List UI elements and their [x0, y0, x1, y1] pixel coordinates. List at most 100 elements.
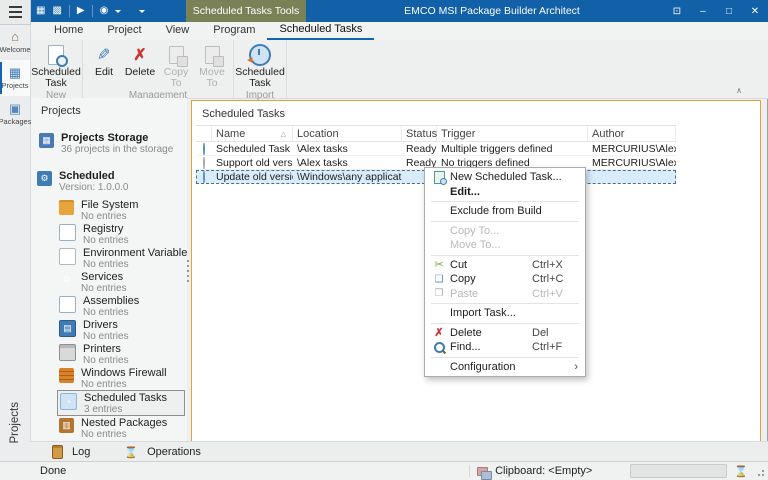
- button-label: Move To: [194, 67, 230, 89]
- panel-splitter[interactable]: [185, 100, 190, 440]
- tab-operations[interactable]: ⌛ Operations: [110, 442, 215, 462]
- collapse-ribbon-icon[interactable]: ∧: [736, 86, 742, 95]
- tab-view[interactable]: View: [154, 22, 202, 40]
- delete-button[interactable]: ✗ Delete: [122, 43, 158, 78]
- minimize-icon[interactable]: –: [696, 6, 710, 17]
- menu-item-copy[interactable]: ❏ Copy Ctrl+C: [425, 272, 585, 287]
- rebuild-icon[interactable]: ▩: [52, 0, 61, 22]
- printer-icon: [59, 344, 76, 361]
- contextual-tab-label: Scheduled Tasks Tools: [193, 5, 299, 17]
- delete-x-icon: ✗: [434, 326, 443, 339]
- import-scheduled-task-button[interactable]: ◂ Scheduled Task: [237, 43, 283, 89]
- nav-item-welcome[interactable]: ⌂ Welcome: [0, 24, 30, 60]
- menu-separator: [431, 357, 579, 358]
- bottom-tab-row: Log ⌛ Operations: [30, 441, 768, 462]
- title-bar: ▦ ▩ ▶ ◉ Scheduled Tasks Tools EMCO MSI P…: [0, 0, 768, 22]
- menu-separator: [431, 303, 579, 304]
- tab-scheduled-tasks[interactable]: Scheduled Tasks: [267, 22, 374, 40]
- icon-column-header[interactable]: [196, 126, 212, 141]
- nav-item-projects[interactable]: ▦ Projects: [0, 60, 30, 96]
- menu-item-copy-to: Copy To...: [425, 224, 585, 239]
- menu-item-find[interactable]: Find... Ctrl+F: [425, 340, 585, 355]
- status-text: Done: [40, 465, 66, 477]
- menu-item-edit[interactable]: Edit...: [425, 185, 585, 200]
- paste-clipboard-icon: ❐: [435, 288, 444, 299]
- tree-item-registry[interactable]: ⊞ RegistryNo entries: [57, 222, 187, 246]
- close-icon[interactable]: ✕: [748, 6, 762, 17]
- gears-icon: ⚙: [59, 272, 74, 287]
- copy-pages-icon: ❏: [435, 274, 444, 285]
- menu-item-import-task[interactable]: Import Task...: [425, 306, 585, 321]
- nav-label: Welcome: [0, 45, 31, 54]
- tree-item-file-system[interactable]: File SystemNo entries: [57, 198, 187, 222]
- storage-building-icon: ▦: [39, 133, 54, 148]
- quick-access-toolbar: ▦ ▩ ▶ ◉: [36, 0, 145, 22]
- tree-item-scheduled-tasks[interactable]: ◔ Scheduled Tasks3 entries: [57, 390, 185, 416]
- window-title: EMCO MSI Package Builder Architect: [312, 0, 672, 22]
- ribbon: Scheduled Task New ✎ Edit ✗ Delete Copy …: [30, 40, 768, 99]
- table-header-row: Name△ Location Status Trigger Author: [196, 125, 676, 142]
- button-label: Edit: [95, 67, 113, 78]
- edit-button[interactable]: ✎ Edit: [86, 43, 122, 78]
- ribbon-group-new: Scheduled Task New: [30, 40, 83, 98]
- tree-item-assemblies[interactable]: ≡ AssembliesNo entries: [57, 294, 187, 318]
- tab-log[interactable]: Log: [38, 442, 104, 462]
- menu-item-configuration[interactable]: Configuration ›: [425, 360, 585, 375]
- column-header-trigger[interactable]: Trigger: [437, 126, 588, 141]
- projects-storage-node[interactable]: ▦ Projects Storage 36 projects in the st…: [37, 131, 187, 156]
- panel-title: Scheduled Tasks: [192, 101, 760, 125]
- chip-icon: ▤: [59, 320, 76, 337]
- nav-label: Packages: [0, 117, 31, 126]
- resize-grip[interactable]: [755, 465, 765, 477]
- qat-customize-icon[interactable]: [139, 10, 145, 13]
- variable-icon: (v): [59, 248, 76, 265]
- globe-icon[interactable]: ◉: [100, 0, 109, 22]
- tab-project[interactable]: Project: [95, 22, 153, 40]
- column-header-name[interactable]: Name△: [212, 126, 293, 141]
- submenu-arrow-icon: ›: [574, 361, 578, 373]
- status-separator: [469, 465, 470, 477]
- progress-bar: [630, 464, 727, 478]
- tree-item-services[interactable]: ⚙ ServicesNo entries: [57, 270, 187, 294]
- menu-item-delete[interactable]: ✗ Delete Del: [425, 326, 585, 341]
- new-scheduled-task-button[interactable]: Scheduled Task: [33, 43, 79, 89]
- menu-item-new-scheduled-task[interactable]: New Scheduled Task...: [425, 170, 585, 185]
- app-window: ▦ ▩ ▶ ◉ Scheduled Tasks Tools EMCO MSI P…: [0, 0, 768, 480]
- tab-home[interactable]: Home: [42, 22, 95, 40]
- maximize-icon[interactable]: □: [722, 6, 736, 17]
- globe-dropdown-icon[interactable]: [115, 10, 121, 13]
- column-header-author[interactable]: Author: [588, 126, 676, 141]
- tree-item-environment-variables[interactable]: (v) Environment VariablesNo entries: [57, 246, 187, 270]
- main-menu-button[interactable]: [0, 0, 31, 25]
- menu-item-exclude-from-build[interactable]: Exclude from Build: [425, 204, 585, 219]
- hourglass-icon: ⌛: [734, 465, 748, 478]
- build-icon[interactable]: ▦: [36, 0, 45, 22]
- ribbon-group-import: ◂ Scheduled Task Import: [234, 40, 287, 98]
- ribbon-tab-row: Home Project View Program Scheduled Task…: [30, 22, 768, 40]
- import-clock-icon: ◂: [249, 44, 271, 66]
- contextual-tab-group[interactable]: Scheduled Tasks Tools: [186, 0, 306, 22]
- task-icon: [203, 143, 205, 155]
- tree-item-drivers[interactable]: ▤ DriversNo entries: [57, 318, 187, 342]
- column-header-location[interactable]: Location: [293, 126, 402, 141]
- magnifier-icon: [434, 342, 445, 353]
- tree-item-printers[interactable]: PrintersNo entries: [57, 342, 187, 366]
- tab-program[interactable]: Program: [201, 22, 267, 40]
- tree-item-nested-packages[interactable]: ▥ Nested PackagesNo entries: [57, 416, 187, 440]
- project-root-node[interactable]: ⚙ Scheduled Version: 1.0.0.0: [35, 169, 187, 194]
- hourglass-icon: ⌛: [124, 446, 138, 459]
- ribbon-options-icon[interactable]: ⊡: [670, 6, 684, 17]
- menu-item-cut[interactable]: ✂ Cut Ctrl+X: [425, 258, 585, 273]
- nav-item-packages[interactable]: ▣ Packages: [0, 96, 30, 132]
- run-icon[interactable]: ▶: [77, 0, 85, 22]
- table-row[interactable]: Scheduled Task \Alex tasks Ready Multipl…: [196, 142, 676, 156]
- clipboard-status: Clipboard: <Empty>: [495, 465, 592, 477]
- menu-separator: [431, 201, 579, 202]
- home-icon: ⌂: [11, 30, 19, 44]
- package-box-icon: ▥: [59, 418, 74, 433]
- move-to-icon: [205, 46, 220, 64]
- column-header-status[interactable]: Status: [402, 126, 437, 141]
- move-to-button: Move To: [194, 43, 230, 89]
- tree-item-windows-firewall[interactable]: Windows FirewallNo entries: [57, 366, 187, 390]
- assembly-document-icon: ≡: [59, 296, 76, 313]
